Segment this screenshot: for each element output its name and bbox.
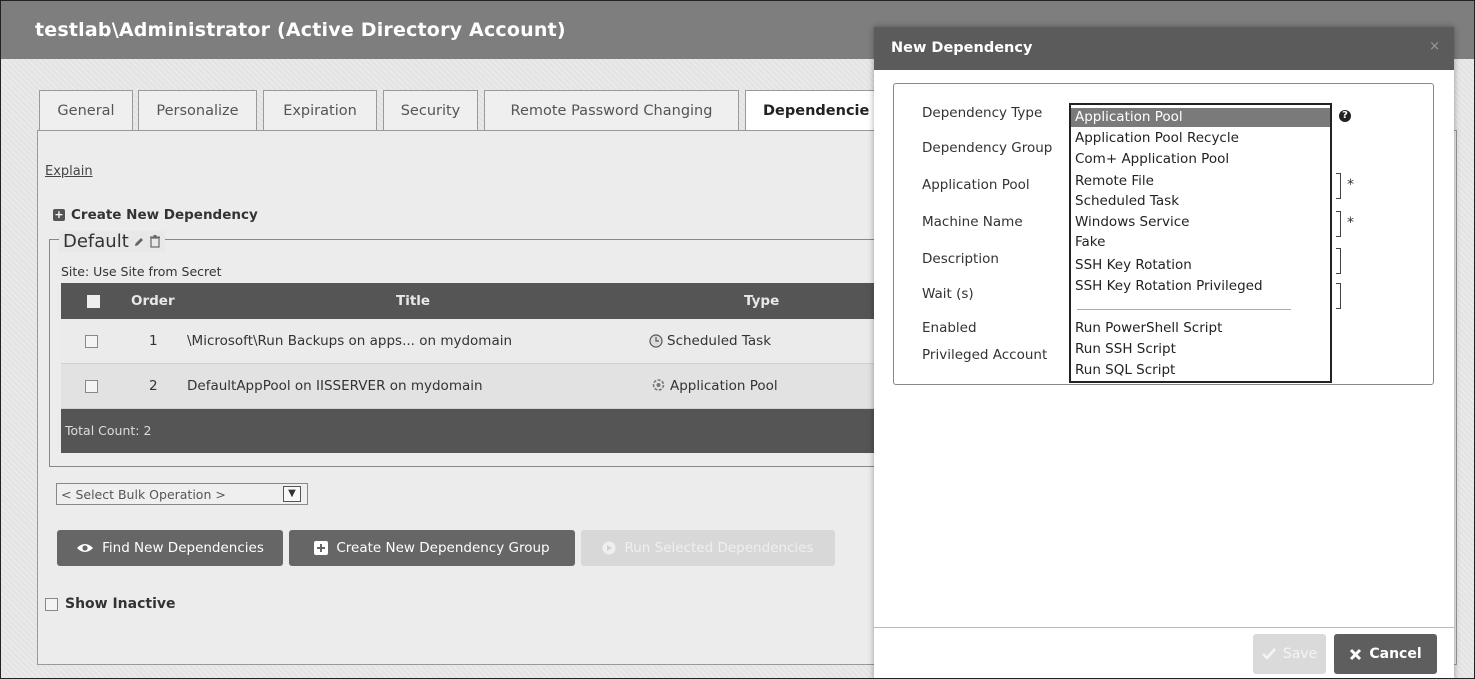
tab-personalize[interactable]: Personalize <box>138 90 257 130</box>
plus-icon: + <box>53 208 65 221</box>
label-machine-name: Machine Name <box>922 214 1023 230</box>
create-new-dependency-group-button[interactable]: Create New Dependency Group <box>289 530 575 566</box>
tab-security[interactable]: Security <box>383 90 478 130</box>
new-dependency-dialog: New Dependency × Dependency Type Depende… <box>874 27 1454 678</box>
find-new-dependencies-button[interactable]: Find New Dependencies <box>57 530 283 566</box>
application-pool-field[interactable] <box>1336 173 1341 199</box>
row-checkbox[interactable] <box>85 364 98 408</box>
eye-icon <box>76 542 94 554</box>
plus-icon <box>314 541 329 555</box>
play-circle-icon <box>602 541 616 555</box>
dialog-footer-divider <box>874 627 1454 628</box>
label-description: Description <box>922 251 999 267</box>
option-scheduled-task[interactable]: Scheduled Task <box>1071 192 1330 211</box>
help-icon[interactable]: ? <box>1339 110 1351 122</box>
label-privileged-account: Privileged Account <box>922 347 1048 363</box>
trash-icon[interactable] <box>149 235 161 248</box>
table-row[interactable]: 2 DefaultAppPool on IISSERVER on mydomai… <box>61 364 881 409</box>
check-icon <box>1261 648 1276 660</box>
app-pool-icon <box>651 378 666 392</box>
x-icon <box>1349 648 1362 661</box>
dependency-type-dropdown[interactable]: Application Pool Application Pool Recycl… <box>1069 103 1332 383</box>
option-windows-service[interactable]: Windows Service <box>1071 213 1330 232</box>
label-dependency-type: Dependency Type <box>922 105 1043 121</box>
wait-field[interactable] <box>1336 283 1341 309</box>
row-order: 1 <box>149 333 158 349</box>
label-enabled: Enabled <box>922 320 977 336</box>
header-title[interactable]: Title <box>396 283 430 319</box>
row-type: Application Pool <box>670 378 778 394</box>
clock-icon <box>649 334 663 348</box>
close-icon[interactable]: × <box>1429 39 1440 54</box>
create-new-dependency-link[interactable]: + Create New Dependency <box>53 207 258 223</box>
save-button[interactable]: Save <box>1253 634 1326 674</box>
option-run-powershell-script[interactable]: Run PowerShell Script <box>1071 319 1330 338</box>
explain-link[interactable]: Explain <box>45 164 93 179</box>
option-application-pool[interactable]: Application Pool <box>1071 108 1330 127</box>
show-inactive-label: Show Inactive <box>65 596 176 612</box>
bulk-operation-select[interactable]: < Select Bulk Operation > ▼ <box>56 483 308 505</box>
pencil-icon[interactable] <box>133 236 145 248</box>
option-com-application-pool[interactable]: Com+ Application Pool <box>1071 150 1330 169</box>
option-run-sql-script[interactable]: Run SQL Script <box>1071 361 1330 380</box>
show-inactive-checkbox[interactable] <box>45 597 58 611</box>
dialog-title: New Dependency <box>891 40 1033 56</box>
row-title: \Microsoft\Run Backups on apps... on myd… <box>187 333 513 349</box>
required-marker: * <box>1347 215 1354 231</box>
total-count: Total Count: 2 <box>65 423 152 438</box>
cancel-button[interactable]: Cancel <box>1334 634 1437 674</box>
option-application-pool-recycle[interactable]: Application Pool Recycle <box>1071 129 1330 148</box>
row-checkbox[interactable] <box>85 319 98 363</box>
show-inactive-toggle[interactable]: Show Inactive <box>45 596 176 612</box>
cancel-label: Cancel <box>1369 646 1422 662</box>
dialog-header: New Dependency × <box>874 27 1454 70</box>
tab-expiration[interactable]: Expiration <box>263 90 377 130</box>
site-line: Site: Use Site from Secret <box>61 264 222 279</box>
bulk-operation-value: < Select Bulk Operation > <box>61 487 226 502</box>
find-new-dependencies-label: Find New Dependencies <box>102 540 264 556</box>
label-dependency-group: Dependency Group <box>922 140 1053 156</box>
row-order: 2 <box>149 378 158 394</box>
app-window: testlab\Administrator (Active Directory … <box>0 0 1475 679</box>
machine-name-field[interactable] <box>1336 211 1341 237</box>
option-remote-file[interactable]: Remote File <box>1071 172 1330 191</box>
option-run-ssh-script[interactable]: Run SSH Script <box>1071 340 1330 359</box>
select-all-checkbox[interactable] <box>87 283 100 319</box>
label-wait: Wait (s) <box>922 286 974 302</box>
option-ssh-key-rotation[interactable]: SSH Key Rotation <box>1071 256 1330 275</box>
group-name: Default <box>63 231 129 252</box>
label-application-pool: Application Pool <box>922 177 1030 193</box>
row-title: DefaultAppPool on IISSERVER on mydomain <box>187 378 483 394</box>
create-new-dependency-label: Create New Dependency <box>71 207 258 223</box>
description-field[interactable] <box>1336 248 1341 274</box>
run-selected-dependencies-label: Run Selected Dependencies <box>624 540 814 556</box>
create-new-dependency-group-label: Create New Dependency Group <box>336 540 550 556</box>
tab-general[interactable]: General <box>39 90 133 130</box>
option-divider <box>1077 309 1291 310</box>
grid-footer: Total Count: 2 <box>61 409 881 453</box>
dependencies-grid: Order Title Type 1 \Microsoft\Run Backup… <box>61 283 881 453</box>
table-row[interactable]: 1 \Microsoft\Run Backups on apps... on m… <box>61 319 881 364</box>
option-fake[interactable]: Fake <box>1071 233 1330 252</box>
option-ssh-key-rotation-privileged[interactable]: SSH Key Rotation Privileged <box>1071 277 1330 296</box>
run-selected-dependencies-button[interactable]: Run Selected Dependencies <box>581 530 835 566</box>
required-marker: * <box>1347 177 1354 193</box>
row-type: Scheduled Task <box>667 333 772 349</box>
header-type[interactable]: Type <box>744 283 779 319</box>
tab-remote-password-changing[interactable]: Remote Password Changing <box>484 90 739 130</box>
window-title: testlab\Administrator (Active Directory … <box>35 19 566 41</box>
chevron-down-icon[interactable]: ▼ <box>283 486 301 502</box>
group-legend: Default <box>59 231 165 252</box>
save-label: Save <box>1282 646 1318 662</box>
grid-header: Order Title Type <box>61 283 881 319</box>
header-order[interactable]: Order <box>131 283 175 319</box>
